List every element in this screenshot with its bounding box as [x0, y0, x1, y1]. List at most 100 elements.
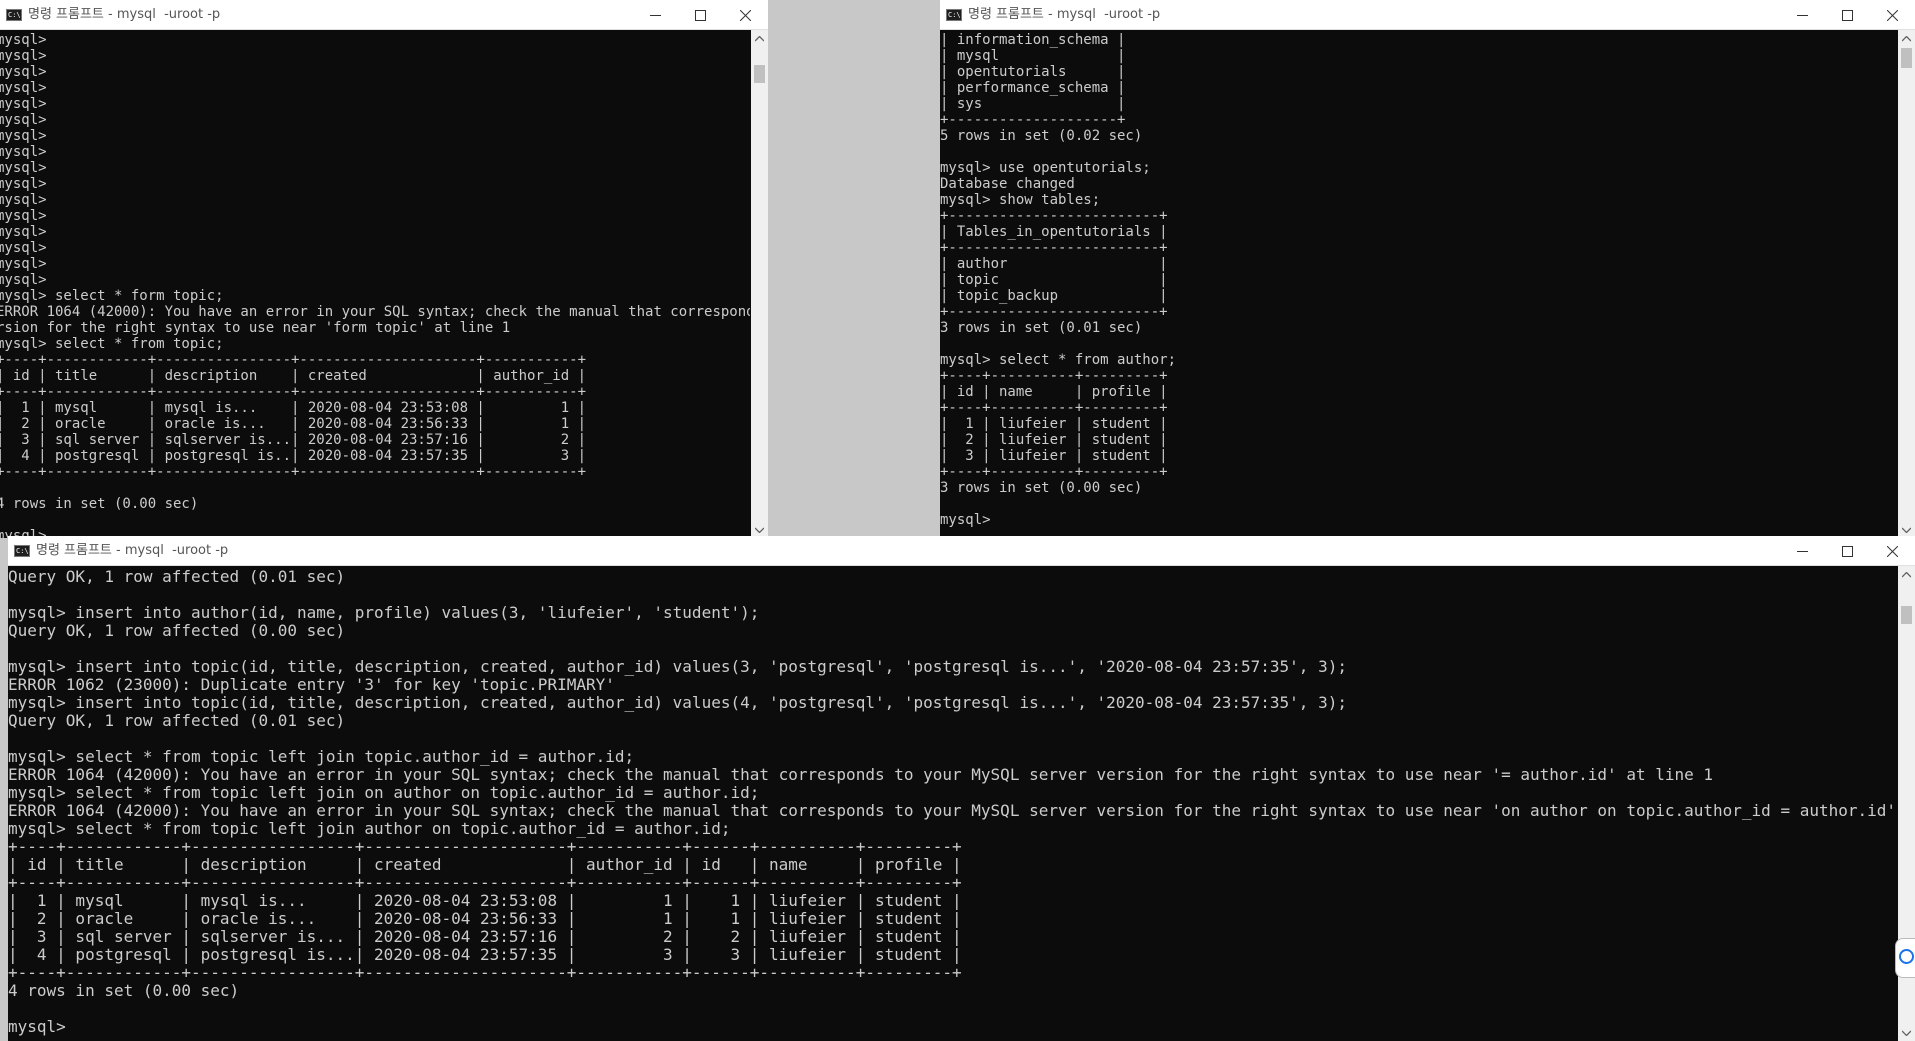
close-button[interactable]: [723, 0, 768, 30]
scrollbar-thumb[interactable]: [1901, 48, 1912, 68]
terminal-line: +-------------------------+: [940, 240, 1168, 256]
terminal-line: +----+----------+---------+: [940, 368, 1168, 384]
terminal-output[interactable]: | information_schema | | mysql | | opentut…: [940, 32, 1897, 538]
terminal-line: Database changed: [940, 176, 1075, 192]
window-titlebar[interactable]: C:\ 명령 프롬프트 - mysql -uroot -p: [0, 0, 768, 30]
terminal-line: | 3 | sql server | sqlserver is... | 202…: [8, 927, 962, 946]
terminal-line: 5 rows in set (0.02 sec): [940, 128, 1143, 144]
terminal-line: mysql> use opentutorials;: [940, 160, 1151, 176]
terminal-line: mysql>: [0, 160, 47, 176]
terminal-line: mysql>: [0, 64, 47, 80]
close-button[interactable]: [1870, 536, 1915, 566]
terminal-line: mysql>: [0, 272, 47, 288]
terminal-line: +----+------------+----------------+----…: [0, 384, 587, 400]
minimize-icon: [650, 14, 661, 16]
terminal-output[interactable]: Query OK, 1 row affected (0.01 sec) mysql…: [8, 568, 1897, 1041]
terminal-line: 4 rows in set (0.00 sec): [8, 981, 240, 1000]
terminal-line: 4 rows in set (0.00 sec): [0, 496, 199, 512]
maximize-button[interactable]: [1825, 0, 1870, 30]
terminal-line: +----+------------+-----------------+---…: [8, 963, 962, 982]
scroll-up-arrow-icon[interactable]: [1898, 566, 1915, 583]
teamviewer-logo-icon: [1899, 949, 1914, 964]
scroll-down-arrow-icon[interactable]: [1898, 1024, 1915, 1041]
terminal-line: mysql> show tables;: [940, 192, 1101, 208]
terminal-window-top-right[interactable]: C:\ 명령 프롬프트 - mysql -uroot -p | informat…: [940, 0, 1915, 538]
vertical-scrollbar[interactable]: [1898, 30, 1915, 538]
terminal-line: mysql>: [0, 80, 47, 96]
minimize-button[interactable]: [1780, 0, 1825, 30]
terminal-line: | mysql |: [940, 48, 1126, 64]
scrollbar-thumb[interactable]: [1901, 606, 1912, 624]
terminal-line: | id | name | profile |: [940, 384, 1168, 400]
terminal-line: 3 rows in set (0.01 sec): [940, 320, 1143, 336]
terminal-line: mysql> select * from topic left join on …: [8, 783, 760, 802]
close-icon: [1887, 545, 1898, 557]
terminal-line: | opentutorials |: [940, 64, 1126, 80]
vertical-scrollbar[interactable]: [751, 30, 768, 538]
scrollbar-thumb[interactable]: [754, 65, 765, 83]
minimize-icon: [1797, 14, 1808, 16]
terminal-line: | Tables_in_opentutorials |: [940, 224, 1168, 240]
terminal-line: ERROR 1062 (23000): Duplicate entry '3' …: [8, 675, 615, 694]
window-title: 명령 프롬프트 - mysql -uroot -p: [28, 7, 221, 22]
maximize-button[interactable]: [1825, 536, 1870, 566]
terminal-window-top-left[interactable]: C:\ 명령 프롬프트 - mysql -uroot -p mysql> mysq…: [0, 0, 768, 538]
window-titlebar[interactable]: C:\ 명령 프롬프트 - mysql -uroot -p: [940, 0, 1915, 30]
terminal-line: mysql> insert into topic(id, title, desc…: [8, 657, 1347, 676]
terminal-line: mysql>: [0, 192, 47, 208]
terminal-line: ERROR 1064 (42000): You have an error in…: [8, 765, 1714, 784]
terminal-line: mysql>: [0, 208, 47, 224]
terminal-line: | 2 | oracle | oracle is... | 2020-08-04…: [8, 909, 962, 928]
terminal-line: | 4 | postgresql | postgresql is..| 2020…: [0, 448, 587, 464]
window-title: 명령 프롬프트 - mysql -uroot -p: [968, 7, 1161, 22]
terminal-line: | 4 | postgresql | postgresql is...| 202…: [8, 945, 962, 964]
terminal-line: +----+------------+-----------------+---…: [8, 837, 962, 856]
terminal-line: mysql> select * from topic left join top…: [8, 747, 635, 766]
terminal-line: mysql>: [0, 128, 47, 144]
terminal-line: +----+----------+---------+: [940, 464, 1168, 480]
terminal-line: +-------------------------+: [940, 208, 1168, 224]
close-button[interactable]: [1870, 0, 1915, 30]
terminal-output[interactable]: mysql> mysql> mysql> mysql> mysql> mysql> mysq…: [0, 32, 750, 538]
scroll-up-arrow-icon[interactable]: [1898, 30, 1915, 47]
terminal-line: | 3 | sql server | sqlserver is...| 2020…: [0, 432, 587, 448]
terminal-line: | sys |: [940, 96, 1126, 112]
window-title: 명령 프롬프트 - mysql -uroot -p: [36, 543, 229, 558]
cmd-icon: C:\: [946, 9, 962, 21]
maximize-icon: [1842, 545, 1853, 557]
terminal-line: mysql>: [8, 1017, 66, 1036]
window-titlebar[interactable]: C:\ 명령 프롬프트 - mysql -uroot -p: [8, 536, 1915, 566]
terminal-line: +-------------------------+: [940, 304, 1168, 320]
terminal-line: mysql>: [940, 512, 991, 528]
maximize-icon: [695, 9, 706, 21]
terminal-line: mysql>: [0, 240, 47, 256]
minimize-button[interactable]: [633, 0, 678, 30]
terminal-line: | author |: [940, 256, 1168, 272]
terminal-line: | 3 | liufeier | student |: [940, 448, 1168, 464]
terminal-line: +--------------------+: [940, 112, 1126, 128]
terminal-window-bottom[interactable]: C:\ 명령 프롬프트 - mysql -uroot -p Query OK, …: [8, 536, 1915, 1041]
terminal-line: mysql>: [0, 48, 47, 64]
terminal-line: mysql>: [0, 256, 47, 272]
close-icon: [740, 9, 751, 21]
terminal-line: 3 rows in set (0.00 sec): [940, 480, 1143, 496]
cmd-icon: C:\: [14, 545, 30, 557]
teamviewer-side-icon[interactable]: [1895, 938, 1915, 978]
terminal-line: | id | title | description | created | a…: [8, 855, 962, 874]
terminal-line: Query OK, 1 row affected (0.00 sec): [8, 621, 346, 640]
maximize-icon: [1842, 9, 1853, 21]
maximize-button[interactable]: [678, 0, 723, 30]
terminal-line: rsion for the right syntax to use near '…: [0, 320, 511, 336]
terminal-line: mysql>: [0, 96, 47, 112]
terminal-line: ERROR 1064 (42000): You have an error in…: [0, 304, 750, 320]
scroll-up-arrow-icon[interactable]: [751, 30, 768, 47]
terminal-line: mysql>: [0, 144, 47, 160]
minimize-button[interactable]: [1780, 536, 1825, 566]
